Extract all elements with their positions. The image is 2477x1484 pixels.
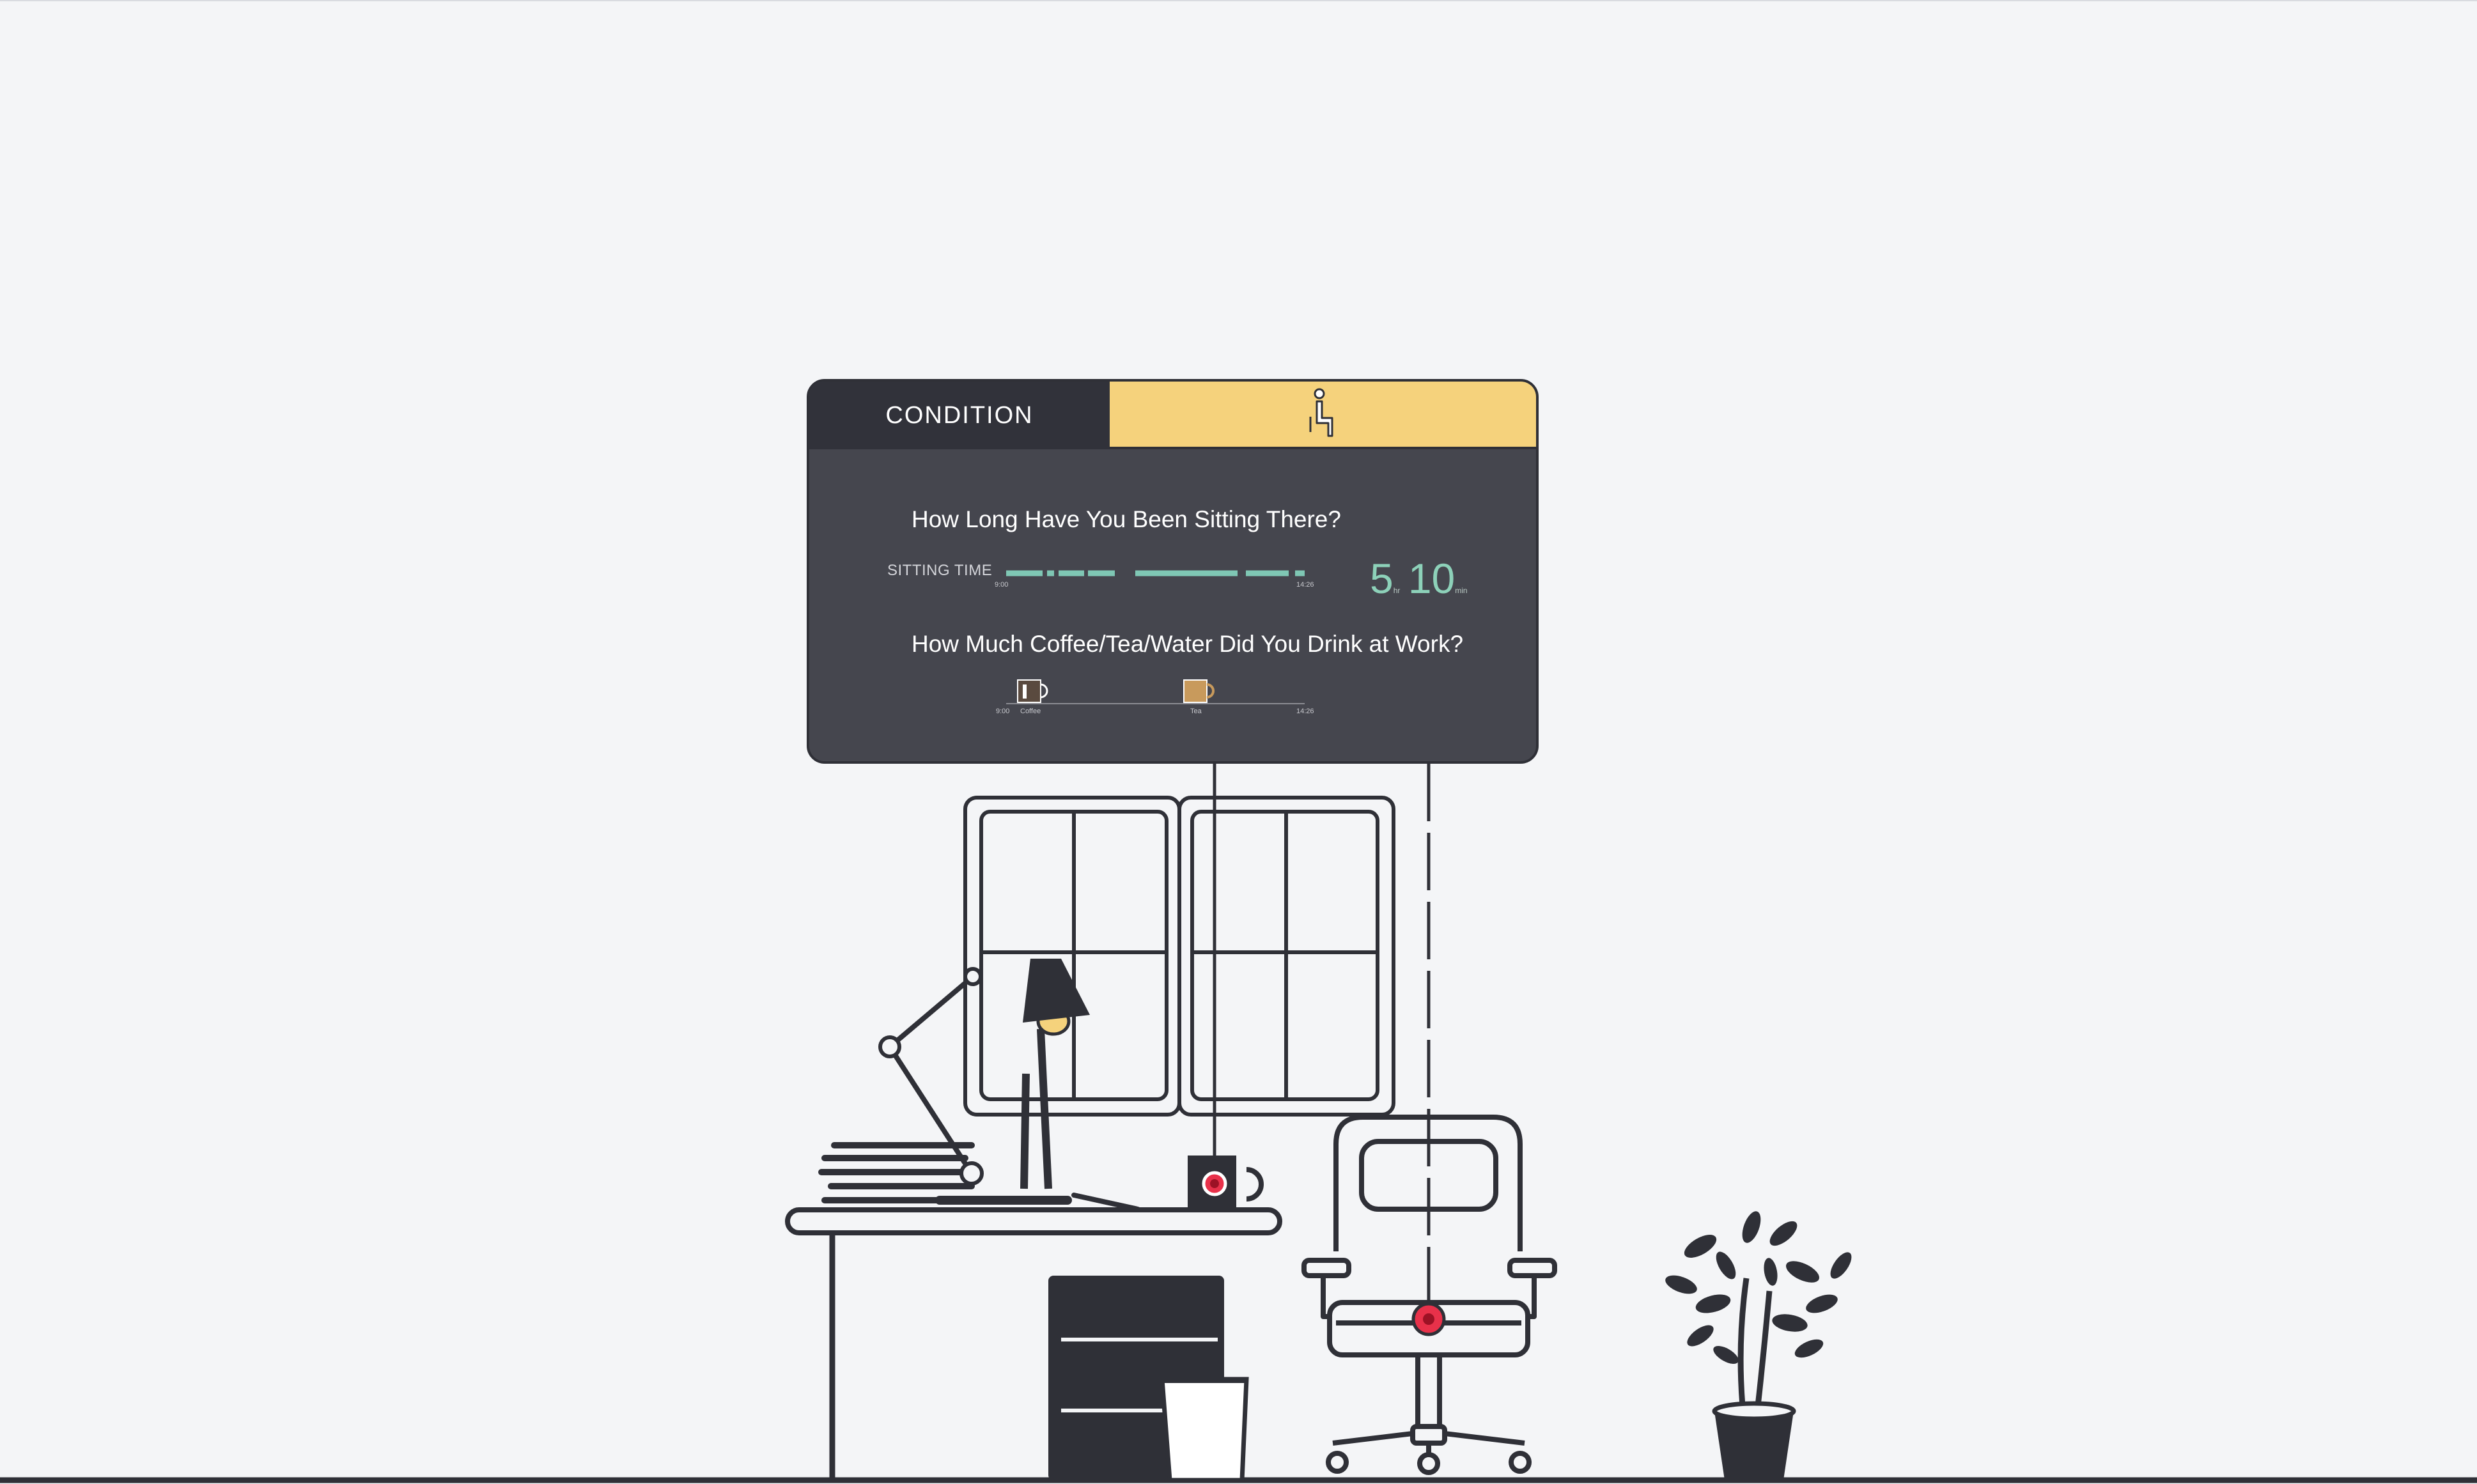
window-icon — [963, 796, 1395, 1117]
condition-panel: CONDITION How Long Have You Been Sitting… — [807, 379, 1539, 764]
chair-sensor-icon — [1411, 1302, 1446, 1336]
book-stack-icon — [818, 1142, 981, 1203]
drink-label-coffee: Coffee — [1020, 707, 1041, 715]
sitting-hours-unit: hr — [1393, 586, 1401, 595]
sitting-minutes-unit: min — [1455, 586, 1468, 595]
potted-plant-icon — [1665, 1211, 1852, 1480]
tea-mug-icon — [1183, 679, 1215, 703]
drinks-end-tick: 14:26 — [1296, 707, 1314, 715]
trash-bin-icon — [1160, 1377, 1249, 1483]
drinks-start-tick: 9:00 — [996, 707, 1010, 715]
sitting-duration-value: 5hr 10min — [1370, 554, 1468, 603]
sitting-minutes: 10 — [1408, 555, 1456, 602]
sitting-start-tick: 9:00 — [995, 581, 1009, 589]
desk-lamp-icon — [878, 959, 1090, 1205]
drink-label-tea: Tea — [1190, 707, 1202, 715]
coffee-mug-icon — [1017, 679, 1048, 703]
sitting-end-tick: 14:26 — [1296, 581, 1314, 589]
mug-sensor-icon — [1188, 1156, 1264, 1208]
question-drinks: How Much Coffee/Tea/Water Did You Drink … — [912, 631, 1464, 657]
sitting-hours: 5 — [1370, 555, 1394, 602]
